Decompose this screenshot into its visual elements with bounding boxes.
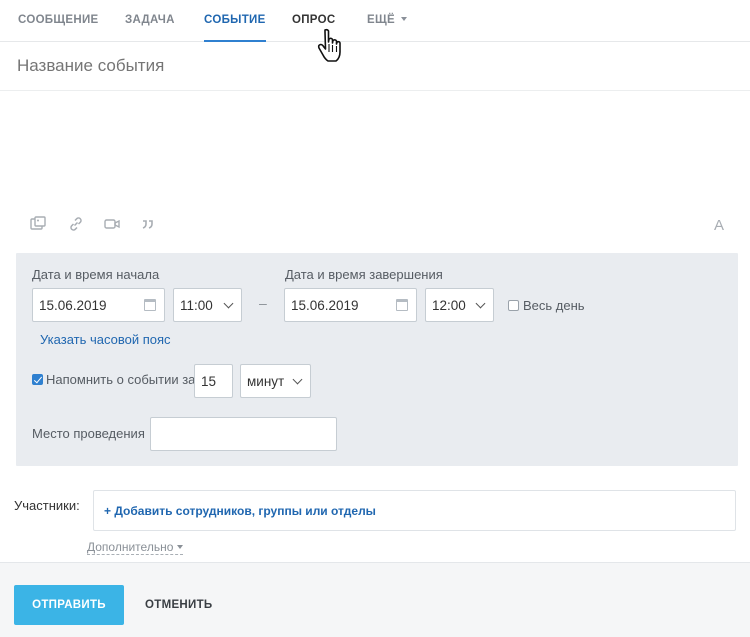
caret-down-icon [400, 17, 407, 21]
remind-value-input[interactable]: 15 [194, 364, 233, 398]
end-datetime-label: Дата и время завершения [285, 267, 443, 282]
tab-event[interactable]: Событие [204, 14, 266, 42]
event-title-area [0, 43, 750, 91]
end-time-select[interactable]: 12:00 [425, 288, 494, 322]
form-footer: Отправить Отменить [0, 562, 750, 637]
remind-label[interactable]: Напомнить о событии за [46, 372, 195, 387]
remind-unit-value: минут [247, 374, 285, 389]
image-icon[interactable] [29, 215, 47, 233]
start-datetime-label: Дата и время начала [32, 267, 160, 282]
tab-more-label: Ещё [367, 14, 395, 26]
start-time-value: 11:00 [180, 298, 213, 313]
hand-cursor-icon [317, 28, 341, 62]
chevron-down-icon [475, 298, 486, 309]
caret-down-icon [177, 545, 184, 549]
event-schedule-panel: Дата и время начала Дата и время заверше… [16, 253, 738, 466]
all-day-checkbox[interactable] [508, 300, 519, 311]
end-date-value: 15.06.2019 [291, 298, 359, 313]
tab-more[interactable]: Ещё [367, 14, 407, 42]
tab-message[interactable]: Сообщение [18, 14, 99, 42]
video-icon[interactable] [103, 215, 121, 233]
calendar-icon[interactable] [396, 299, 408, 311]
additional-options-label: Дополнительно [87, 540, 174, 554]
remind-checkbox[interactable] [32, 374, 43, 385]
editor-toolbar: A [0, 207, 750, 241]
start-date-field[interactable]: 15.06.2019 [32, 288, 165, 322]
end-date-field[interactable]: 15.06.2019 [284, 288, 417, 322]
range-dash: – [259, 295, 267, 311]
calendar-icon[interactable] [144, 299, 156, 311]
start-time-select[interactable]: 11:00 [173, 288, 242, 322]
tab-task[interactable]: Задача [125, 14, 175, 42]
font-format-icon[interactable]: A [714, 217, 724, 234]
event-title-input[interactable] [17, 56, 717, 76]
location-input[interactable] [150, 417, 337, 451]
all-day-label[interactable]: Весь день [523, 298, 585, 313]
link-icon[interactable] [67, 215, 85, 233]
send-button[interactable]: Отправить [14, 585, 124, 625]
participants-label: Участники: [14, 498, 80, 513]
participants-box[interactable]: + Добавить сотрудников, группы или отдел… [93, 490, 736, 531]
start-date-value: 15.06.2019 [39, 298, 107, 313]
end-time-value: 12:00 [432, 298, 466, 313]
post-type-tabs: Сообщение Задача Событие Опрос Ещё [0, 0, 750, 42]
timezone-link[interactable]: Указать часовой пояс [40, 332, 171, 347]
cancel-button[interactable]: Отменить [137, 585, 220, 625]
remind-unit-select[interactable]: минут [240, 364, 311, 398]
chevron-down-icon [223, 298, 234, 309]
remind-value: 15 [201, 374, 217, 389]
location-label: Место проведения [32, 426, 145, 441]
quote-icon[interactable] [139, 215, 157, 233]
add-participants-link[interactable]: + Добавить сотрудников, группы или отдел… [104, 504, 376, 518]
additional-options-link[interactable]: Дополнительно [87, 540, 184, 555]
chevron-down-icon [292, 374, 303, 385]
